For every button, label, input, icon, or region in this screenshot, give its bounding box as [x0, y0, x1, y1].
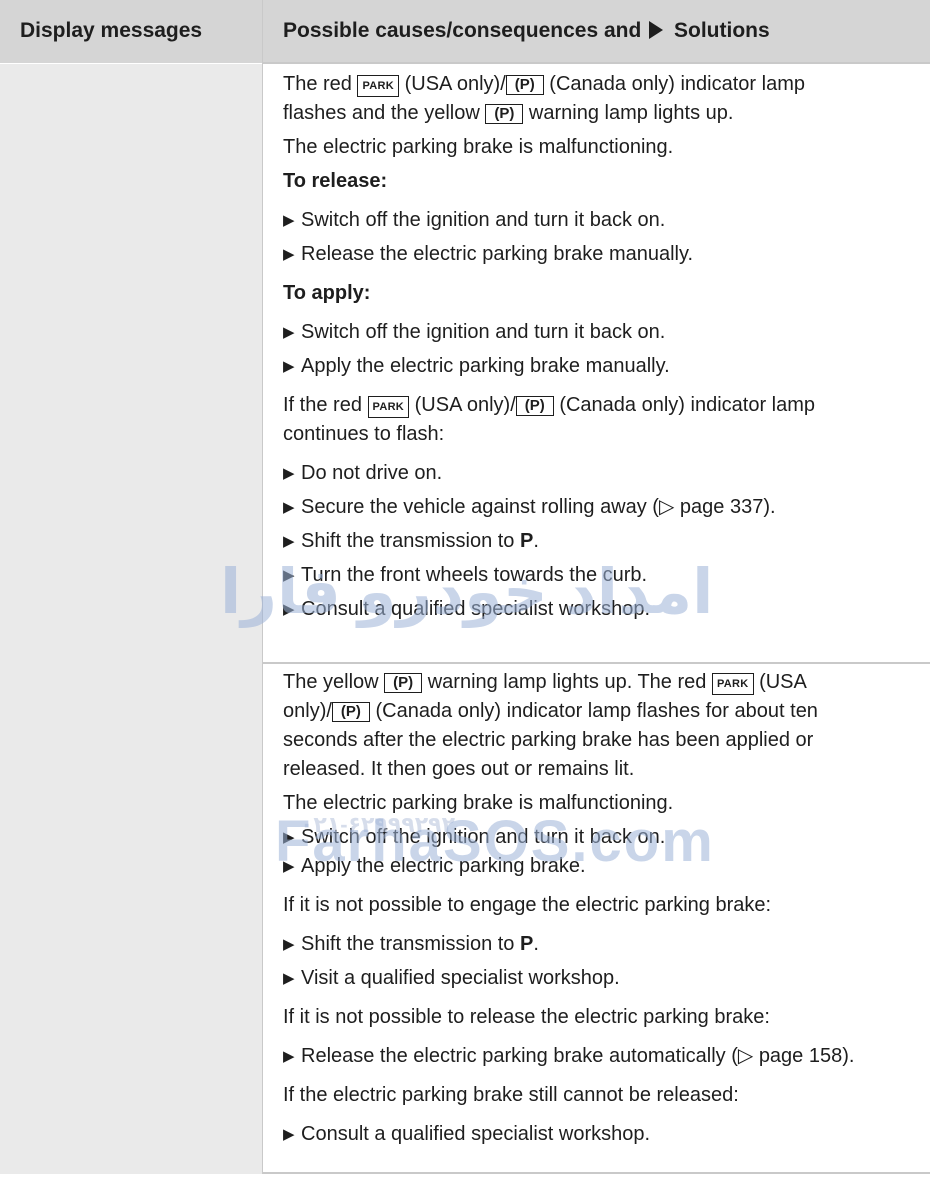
release-step-1: ▶ Switch off the ignition and turn it bac… [283, 206, 923, 235]
row-divider [263, 662, 930, 664]
final-step-2: ▶ Secure the vehicle against rolling away… [283, 493, 923, 522]
row2-visit-step: ▶ Visit a qualified specialist workshop. [283, 964, 923, 993]
parking-brake-indicator-icon: (P) [515, 396, 554, 416]
step-arrow-icon: ▶ [283, 858, 295, 875]
step-arrow-icon: ▶ [283, 324, 295, 341]
row2-step-2: ▶ Apply the electric parking brake. [283, 852, 923, 881]
step-arrow-icon: ▶ [283, 465, 295, 482]
step-arrow-icon: ▶ [283, 1048, 295, 1065]
row2-line2: only)/(P) (Canada only) indicator lamp f… [283, 700, 818, 722]
step-arrow-icon: ▶ [283, 533, 295, 550]
parking-brake-indicator-icon: (P) [331, 702, 370, 722]
continues-flash-line1: If the red PARK (USA only)/(P) (Canada o… [283, 394, 816, 418]
row2-consult-step: ▶ Consult a qualified specialist workshop… [283, 1120, 923, 1149]
table-bottom-border [263, 1172, 930, 1174]
table-header: Display messages Possible causes/consequ… [0, 0, 930, 63]
park-indicator-icon: PARK [367, 396, 410, 418]
not-engage-text: If it is not possible to engage the elec… [283, 894, 772, 916]
row2-line3: seconds after the electric parking brake… [283, 729, 814, 751]
row2-release-auto-step: ▶ Release the electric parking brake auto… [283, 1042, 923, 1071]
step-arrow-icon: ▶ [283, 212, 295, 229]
row1-line1: The red PARK (USA only)/(P) (Canada only… [283, 73, 805, 97]
apply-step-1: ▶ Switch off the ignition and turn it bac… [283, 318, 923, 347]
step-arrow-icon: ▶ [283, 358, 295, 375]
parking-brake-warning-icon: (P) [485, 104, 524, 124]
row-1-content: The red PARK (USA only)/(P) (Canada only… [283, 70, 923, 624]
step-arrow-icon: ▶ [283, 246, 295, 263]
header-divider [263, 62, 930, 64]
header-solutions-text: Solutions [674, 19, 770, 42]
step-arrow-icon: ▶ [283, 601, 295, 618]
final-step-5: ▶ Consult a qualified specialist workshop… [283, 595, 923, 624]
step-arrow-icon: ▶ [283, 936, 295, 953]
release-step-2: ▶ Release the electric parking brake manu… [283, 240, 923, 269]
row-2-content: The yellow (P) warning lamp lights up. T… [283, 668, 923, 1149]
park-indicator-icon: PARK [357, 75, 400, 97]
header-causes-solutions: Possible causes/consequences and Solutio… [283, 19, 770, 43]
step-arrow-icon: ▶ [283, 829, 295, 846]
display-messages-column [0, 64, 262, 1174]
parking-brake-warning-icon: (P) [384, 673, 423, 693]
park-indicator-icon: PARK [711, 673, 754, 695]
apply-heading: To apply: [283, 282, 371, 304]
row2-line1: The yellow (P) warning lamp lights up. T… [283, 671, 807, 695]
column-divider [262, 0, 263, 1174]
row2-shift-step: ▶ Shift the transmission to P. [283, 930, 923, 959]
still-text: If the electric parking brake still cann… [283, 1084, 739, 1106]
header-display-messages: Display messages [20, 19, 203, 42]
release-heading: To release: [283, 170, 388, 192]
header-causes-text: Possible causes/consequences and [283, 19, 642, 42]
step-arrow-icon: ▶ [283, 567, 295, 584]
parking-brake-indicator-icon: (P) [505, 75, 544, 95]
step-arrow-icon: ▶ [283, 1126, 295, 1143]
continues-flash-line2: continues to flash: [283, 423, 445, 445]
row1-malfunction: The electric parking brake is malfunctio… [283, 136, 674, 158]
step-arrow-icon: ▶ [283, 970, 295, 987]
row2-malfunction: The electric parking brake is malfunctio… [283, 792, 674, 814]
final-step-1: ▶ Do not drive on. [283, 459, 923, 488]
not-release-text: If it is not possible to release the ele… [283, 1006, 770, 1028]
solution-arrow-icon [649, 21, 664, 39]
step-arrow-icon: ▶ [283, 499, 295, 516]
final-step-4: ▶ Turn the front wheels towards the curb. [283, 561, 923, 590]
final-step-3: ▶ Shift the transmission to P. [283, 527, 923, 556]
apply-step-2: ▶ Apply the electric parking brake manual… [283, 352, 923, 381]
row2-line4: released. It then goes out or remains li… [283, 758, 635, 780]
row1-line2: flashes and the yellow (P) warning lamp … [283, 102, 734, 124]
row2-step-1: ▶ Switch off the ignition and turn it bac… [283, 823, 923, 852]
